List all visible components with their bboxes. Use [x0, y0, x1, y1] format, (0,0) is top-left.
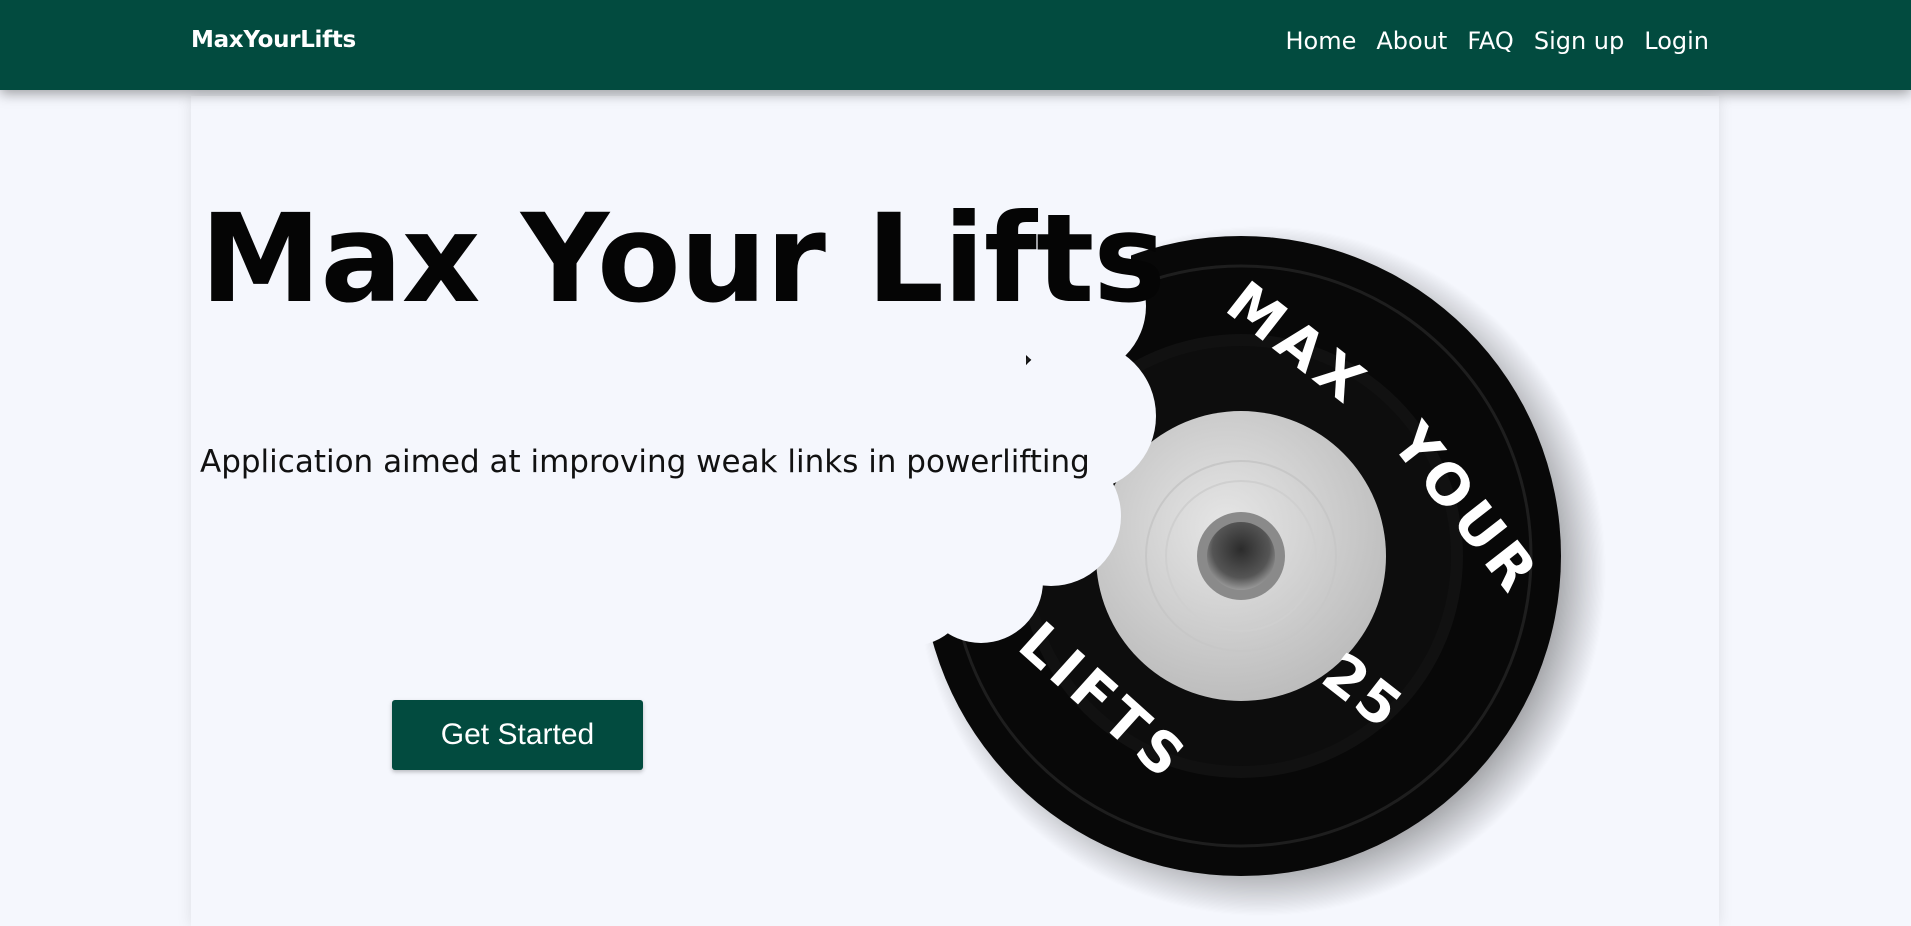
nav-links: Home About FAQ Sign up Login	[1285, 27, 1709, 55]
nav-link-faq[interactable]: FAQ	[1467, 27, 1514, 55]
hero-subtitle: Application aimed at improving weak link…	[200, 444, 1090, 480]
get-started-button[interactable]: Get Started	[392, 700, 643, 770]
brand-logo-link[interactable]: MaxYourLifts	[191, 27, 356, 53]
nav-link-about[interactable]: About	[1376, 27, 1447, 55]
navbar: MaxYourLifts Home About FAQ Sign up Logi…	[0, 0, 1911, 90]
hero-card: Max Your Lifts Application aimed at impr…	[191, 96, 1719, 926]
nav-link-login[interactable]: Login	[1644, 27, 1709, 55]
nav-link-signup[interactable]: Sign up	[1534, 27, 1624, 55]
hero-title: Max Your Lifts	[200, 188, 1166, 330]
weight-plate-image: MAX YOUR LIFTS 25	[916, 226, 1606, 916]
nav-link-home[interactable]: Home	[1285, 27, 1356, 55]
